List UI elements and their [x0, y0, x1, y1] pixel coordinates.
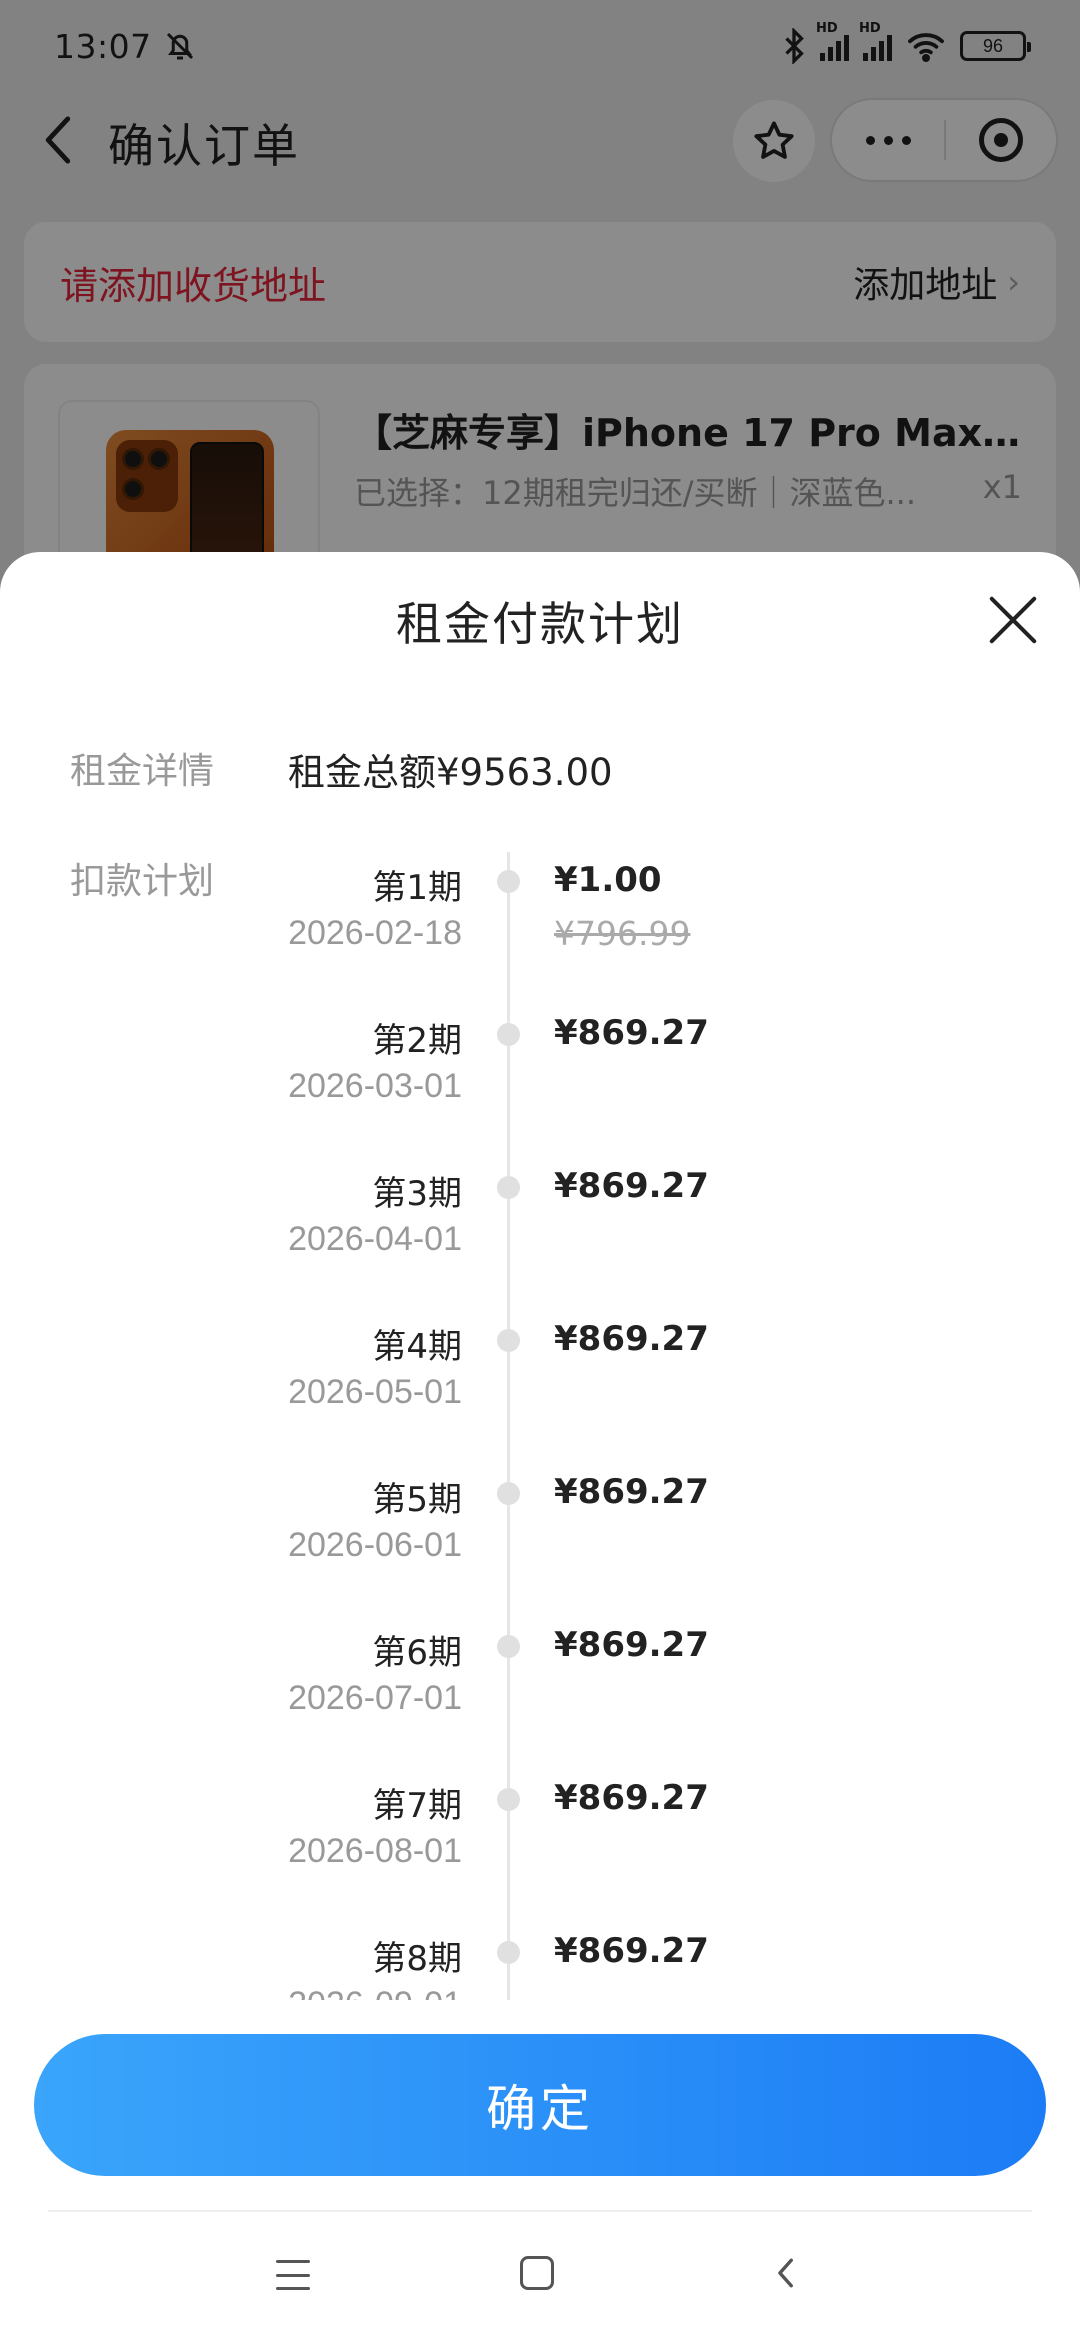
installment-date: 2026-07-01 — [288, 1679, 462, 1717]
installment-amount: ¥869.27 — [554, 1778, 709, 1818]
installment-row: 第6期 2026-07-01 ¥869.27 — [0, 1617, 1080, 1767]
installment-period: 第2期 — [372, 1021, 462, 1061]
timeline-dot — [497, 1941, 520, 1964]
timeline-dot — [497, 1788, 520, 1811]
installment-amount: ¥869.27 — [554, 1625, 709, 1665]
timeline-dot — [497, 1176, 520, 1199]
installment-period: 第4期 — [372, 1327, 462, 1367]
confirm-button[interactable]: 确定 — [34, 2034, 1046, 2176]
installment-date: 2026-03-01 — [288, 1067, 462, 1105]
installment-amount: ¥1.00 — [554, 860, 662, 900]
installment-row: 第4期 2026-05-01 ¥869.27 — [0, 1311, 1080, 1461]
rent-total: 租金总额¥9563.00 — [288, 751, 613, 794]
installment-row: 第2期 2026-03-01 ¥869.27 — [0, 1005, 1080, 1155]
timeline-dot — [497, 870, 520, 893]
installment-date: 2026-05-01 — [288, 1373, 462, 1411]
installment-period: 第7期 — [372, 1786, 462, 1826]
timeline-dot — [497, 1023, 520, 1046]
installment-row: 第1期 2026-02-18 ¥1.00 ¥796.99 — [0, 852, 1080, 1002]
installment-date: 2026-04-01 — [288, 1220, 462, 1258]
divider — [48, 2210, 1032, 2212]
installment-amount: ¥869.27 — [554, 1013, 709, 1053]
timeline-dot — [497, 1329, 520, 1352]
payment-plan-sheet: 租金付款计划 租金详情 租金总额¥9563.00 扣款计划 第1期 2026-02… — [0, 552, 1080, 2340]
installment-row: 第5期 2026-06-01 ¥869.27 — [0, 1464, 1080, 1614]
timeline-dot — [497, 1482, 520, 1505]
installment-amount: ¥869.27 — [554, 1319, 709, 1359]
installment-period: 第8期 — [372, 1939, 462, 1979]
sheet-title: 租金付款计划 — [396, 597, 684, 651]
menu-icon[interactable] — [276, 2260, 310, 2290]
timeline-dot — [497, 1635, 520, 1658]
installment-period: 第5期 — [372, 1480, 462, 1520]
installment-date: 2026-02-18 — [288, 914, 462, 952]
installment-row: 第3期 2026-04-01 ¥869.27 — [0, 1158, 1080, 1308]
installment-amount: ¥869.27 — [554, 1472, 709, 1512]
rent-detail-label: 租金详情 — [70, 751, 215, 792]
installment-period: 第3期 — [372, 1174, 462, 1214]
installment-date: 2026-06-01 — [288, 1526, 462, 1564]
installment-period: 第1期 — [372, 868, 462, 908]
installment-original-amount: ¥796.99 — [554, 914, 691, 953]
system-nav-bar — [0, 2220, 1080, 2330]
installment-period: 第6期 — [372, 1633, 462, 1673]
back-icon[interactable] — [770, 2256, 804, 2290]
home-icon[interactable] — [520, 2256, 554, 2290]
close-icon[interactable] — [985, 592, 1041, 648]
installment-row: 第7期 2026-08-01 ¥869.27 — [0, 1770, 1080, 1920]
installment-amount: ¥869.27 — [554, 1166, 709, 1206]
installment-amount: ¥869.27 — [554, 1931, 709, 1971]
installment-date: 2026-08-01 — [288, 1832, 462, 1870]
